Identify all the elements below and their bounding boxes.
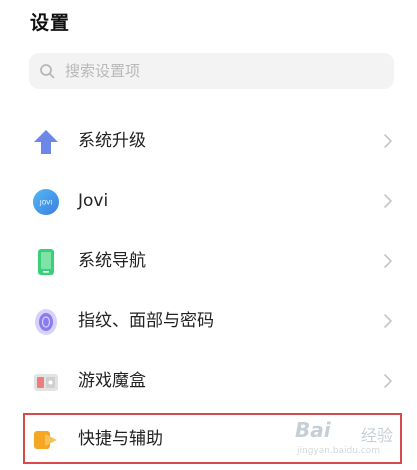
game-box-icon — [34, 374, 58, 391]
chevron-right-icon — [384, 374, 392, 388]
chevron-right-icon — [384, 134, 392, 148]
settings-item-fingerprint-face-password[interactable]: 指纹、面部与密码 — [0, 292, 417, 352]
settings-item-system-update[interactable]: 系统升级 — [0, 112, 417, 172]
search-bar[interactable] — [29, 53, 394, 89]
settings-item-label: 系统升级 — [78, 131, 146, 151]
settings-item-label: Jovi — [78, 191, 109, 211]
settings-item-label: 指纹、面部与密码 — [78, 311, 214, 331]
settings-item-label: 系统导航 — [78, 251, 146, 271]
search-icon — [40, 64, 55, 79]
jovi-icon: JOVI — [33, 189, 59, 215]
highlight-box — [23, 413, 402, 464]
chevron-right-icon — [384, 194, 392, 208]
fingerprint-icon — [35, 309, 57, 335]
chevron-right-icon — [384, 314, 392, 328]
arrow-up-icon — [34, 130, 58, 154]
phone-icon — [38, 249, 54, 275]
settings-item-label: 游戏魔盒 — [78, 371, 146, 391]
chevron-right-icon — [384, 254, 392, 268]
settings-item-jovi[interactable]: JOVI Jovi — [0, 172, 417, 232]
search-input[interactable] — [65, 53, 375, 89]
jovi-icon-text: JOVI — [39, 200, 52, 207]
page-title: 设置 — [30, 12, 71, 34]
settings-item-system-navigation[interactable]: 系统导航 — [0, 232, 417, 292]
settings-item-game-box[interactable]: 游戏魔盒 — [0, 352, 417, 412]
